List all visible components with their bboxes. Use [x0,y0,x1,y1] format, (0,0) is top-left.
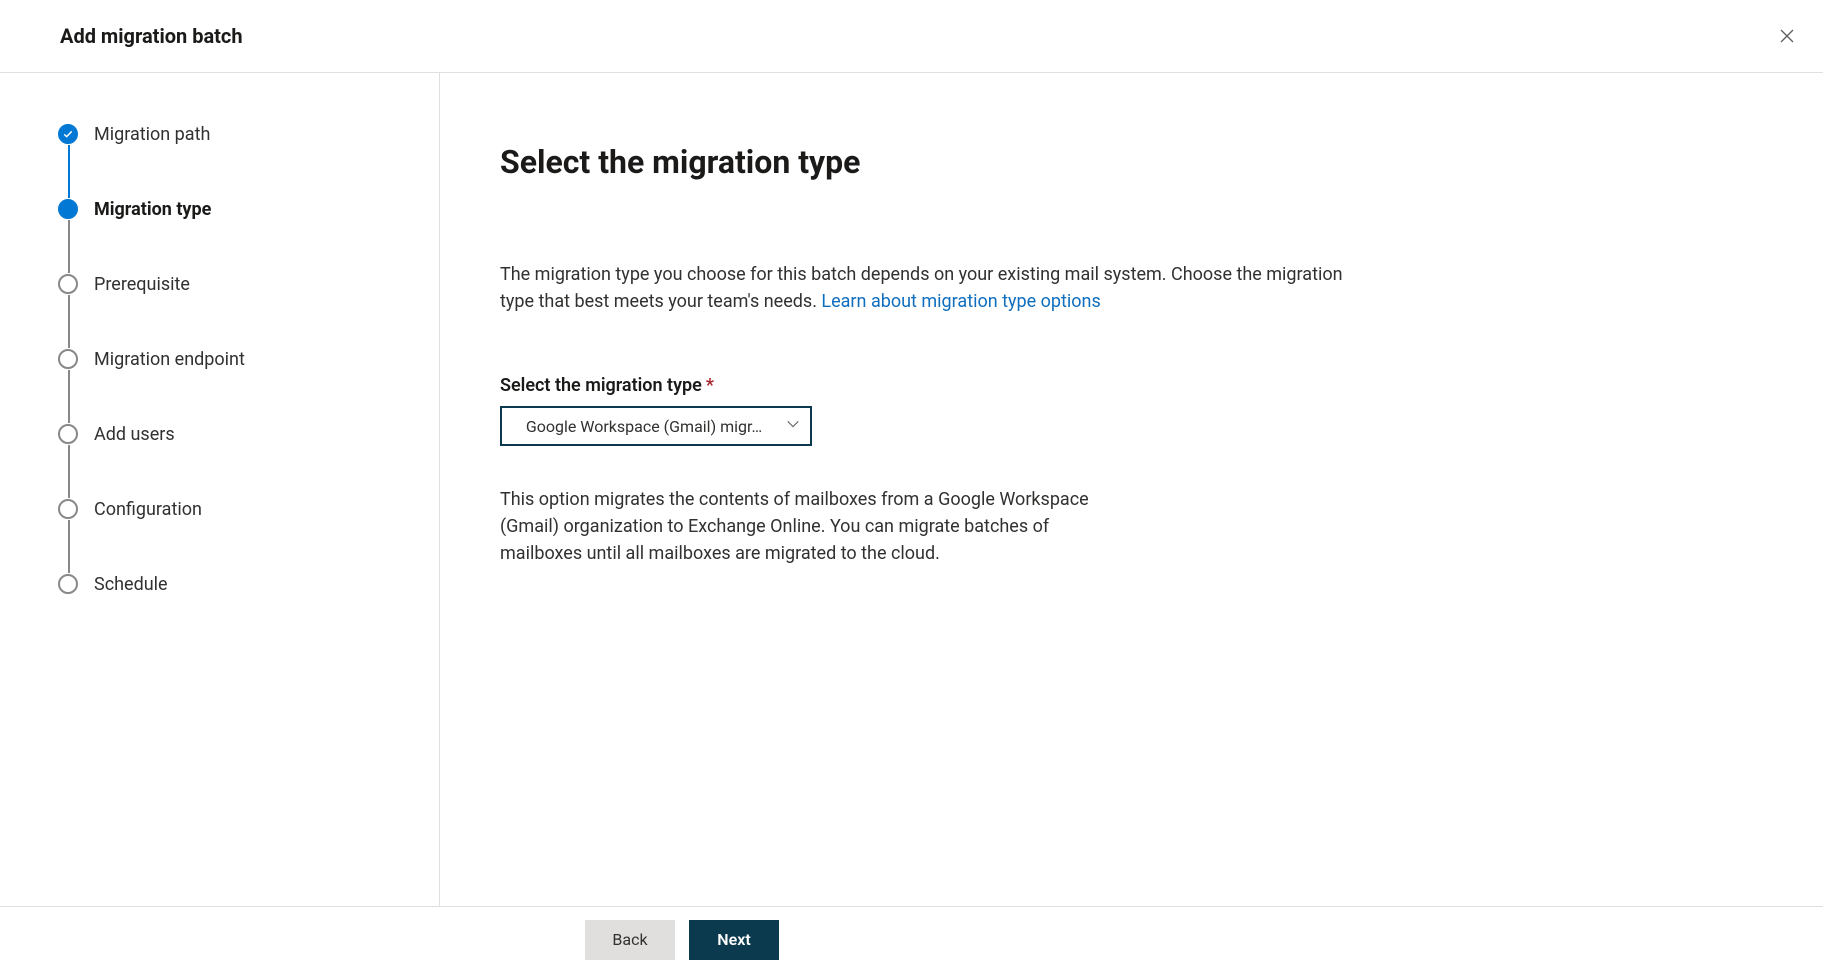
learn-link[interactable]: Learn about migration type options [821,291,1100,312]
step-migration-path[interactable]: Migration path [58,123,419,145]
wizard-footer: Back Next [0,906,1823,972]
step-connector [68,220,70,273]
step-add-users[interactable]: Add users [58,423,419,445]
select-explanation: This option migrates the contents of mai… [500,486,1090,567]
step-label: Add users [94,424,175,445]
required-marker: * [706,375,714,396]
migration-type-select[interactable]: Google Workspace (Gmail) migr… [500,406,812,446]
step-migration-type[interactable]: Migration type [58,198,419,220]
step-connector [68,445,70,498]
step-indicator-upcoming [58,274,78,294]
close-icon [1779,28,1795,44]
step-label: Migration path [94,124,210,145]
select-label-text: Select the migration type [500,375,702,396]
step-connector [68,295,70,348]
wizard-header: Add migration batch [0,0,1823,73]
step-connector [68,520,70,573]
wizard-body: Migration path Migration type Prerequisi… [0,73,1823,906]
next-button[interactable]: Next [689,920,779,960]
step-indicator-upcoming [58,574,78,594]
step-indicator-upcoming [58,349,78,369]
step-configuration[interactable]: Configuration [58,498,419,520]
step-label: Migration type [94,199,211,220]
step-indicator-upcoming [58,424,78,444]
step-prerequisite[interactable]: Prerequisite [58,273,419,295]
step-label: Prerequisite [94,274,190,295]
step-schedule[interactable]: Schedule [58,573,419,595]
select-label: Select the migration type* [500,375,1743,396]
wizard-main: Select the migration type The migration … [440,73,1823,906]
step-migration-endpoint[interactable]: Migration endpoint [58,348,419,370]
page-description: The migration type you choose for this b… [500,261,1370,315]
step-label: Migration endpoint [94,349,245,370]
step-connector [68,370,70,423]
step-indicator-active [58,199,78,219]
wizard-sidebar: Migration path Migration type Prerequisi… [0,73,440,906]
migration-type-select-wrap: Google Workspace (Gmail) migr… [500,406,812,446]
step-label: Configuration [94,499,202,520]
back-button[interactable]: Back [585,920,675,960]
page-title: Select the migration type [500,143,1743,181]
step-connector [68,145,70,198]
step-list: Migration path Migration type Prerequisi… [58,123,419,595]
close-button[interactable] [1771,20,1803,52]
step-indicator-upcoming [58,499,78,519]
step-indicator-completed [58,124,78,144]
step-label: Schedule [94,574,168,595]
wizard-title: Add migration batch [60,24,243,48]
checkmark-icon [62,128,74,140]
